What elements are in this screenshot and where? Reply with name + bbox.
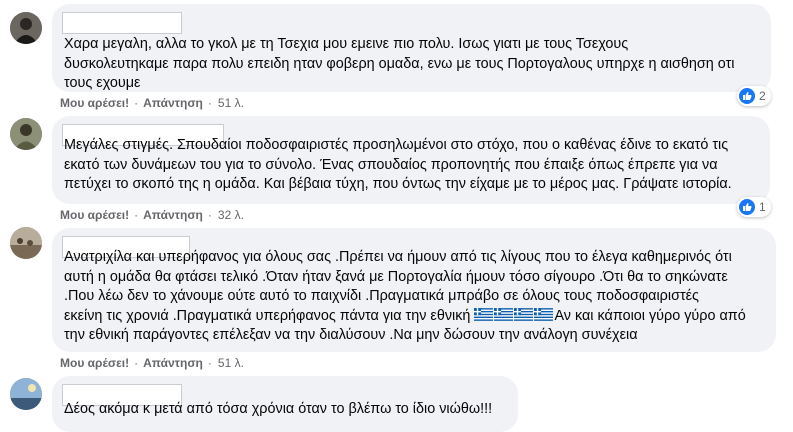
like-link[interactable]: Μου αρέσει!	[60, 208, 129, 222]
reply-link[interactable]: Απάντηση	[143, 96, 203, 110]
greek-flag-icon	[514, 307, 534, 321]
thumbs-up-icon	[739, 88, 755, 104]
comment-text: Δέος ακόμα κ μετά από τόσα χρόνια όταν τ…	[64, 401, 493, 417]
avatar[interactable]	[10, 227, 42, 259]
like-link[interactable]: Μου αρέσει!	[60, 96, 129, 110]
like-link[interactable]: Μου αρέσει!	[60, 356, 129, 370]
comment-time[interactable]: 32 λ.	[218, 208, 244, 222]
comment-actions: Μου αρέσει! · Απάντηση · 51 λ.	[60, 356, 244, 370]
comment-bubble: Ανατριχίλα και υπερήφανος για όλους σας …	[52, 228, 776, 352]
greek-flag-icon	[534, 307, 554, 321]
comment-time[interactable]: 51 λ.	[218, 96, 244, 110]
reaction-count: 1	[759, 200, 766, 214]
avatar[interactable]	[10, 378, 42, 410]
greek-flag-icon	[474, 307, 494, 321]
avatar[interactable]	[10, 12, 42, 44]
comment-time[interactable]: 51 λ.	[218, 356, 244, 370]
reaction-count: 2	[759, 89, 766, 103]
comment-text: Μεγάλες στιγμές. Σπουδαίοι ποδοσφαιριστέ…	[64, 137, 732, 192]
comment-actions: Μου αρέσει! · Απάντηση · 51 λ.	[60, 96, 244, 110]
comment-text: Ανατριχίλα και υπερήφανος για όλους σας …	[64, 248, 764, 346]
comment-actions: Μου αρέσει! · Απάντηση · 32 λ.	[60, 208, 244, 222]
comment-bubble: Μεγάλες στιγμές. Σπουδαίοι ποδοσφαιριστέ…	[52, 116, 770, 204]
reply-link[interactable]: Απάντηση	[143, 356, 203, 370]
reaction-count-badge[interactable]: 1	[737, 197, 771, 217]
reaction-count-badge[interactable]: 2	[737, 86, 771, 106]
redacted-author-name[interactable]	[62, 12, 182, 34]
avatar[interactable]	[10, 118, 42, 150]
comment-bubble: Χαρα μεγαλη, αλλα το γκολ με τη Τσεχια μ…	[52, 4, 771, 92]
comment-text: Χαρα μεγαλη, αλλα το γκολ με τη Τσεχια μ…	[64, 36, 735, 91]
greek-flag-icon	[494, 307, 514, 321]
comment-bubble: Δέος ακόμα κ μετά από τόσα χρόνια όταν τ…	[52, 376, 518, 432]
reply-link[interactable]: Απάντηση	[143, 208, 203, 222]
thumbs-up-icon	[739, 199, 755, 215]
